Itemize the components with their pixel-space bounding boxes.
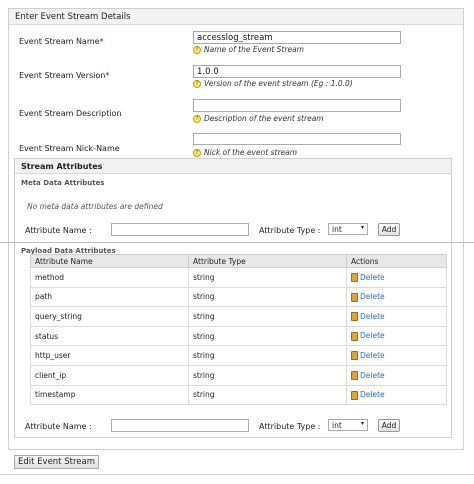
- stream-description-hint: ? Description of the event stream: [193, 114, 324, 123]
- actions-cell: Delete: [346, 364, 447, 386]
- table-row: status string Delete: [30, 325, 447, 347]
- attribute-name-cell: query_string: [30, 306, 189, 327]
- attribute-type-cell: string: [188, 345, 347, 366]
- delete-link[interactable]: Delete: [351, 292, 385, 302]
- attribute-type-cell: string: [188, 325, 347, 347]
- stream-name-label: Event Stream Name*: [19, 37, 104, 46]
- stream-version-hint: ? Version of the event stream (Eg : 1.0.0…: [193, 79, 353, 88]
- table-row: method string Delete: [30, 267, 447, 288]
- stream-name-input[interactable]: [193, 31, 401, 44]
- payload-attribute-name-input[interactable]: [111, 419, 249, 432]
- attribute-type-cell: string: [188, 286, 347, 308]
- actions-cell: Delete: [346, 267, 447, 288]
- table-header-row: Attribute Name Attribute Type Actions: [30, 254, 447, 268]
- actions-cell: Delete: [346, 306, 447, 327]
- stream-name-hint: ? Name of the Event Stream: [193, 45, 304, 54]
- attribute-name-cell: path: [30, 286, 189, 308]
- table-row: query_string string Delete: [30, 306, 447, 327]
- stream-nickname-hint: ? Nick of the event stream: [193, 148, 297, 157]
- delete-link[interactable]: Delete: [351, 351, 385, 361]
- trash-icon: [351, 390, 358, 400]
- help-icon: ?: [193, 46, 201, 54]
- meta-attributes-title: Meta Data Attributes: [21, 179, 105, 187]
- section-divider: [0, 242, 474, 243]
- chevron-down-icon: ▾: [360, 420, 364, 427]
- payload-attribute-name-label: Attribute Name :: [25, 422, 92, 431]
- table-row: http_user string Delete: [30, 345, 447, 366]
- table-row: client_ip string Delete: [30, 364, 447, 386]
- attribute-name-cell: client_ip: [30, 364, 189, 386]
- attribute-type-cell: string: [188, 364, 347, 386]
- trash-icon: [351, 331, 358, 341]
- no-meta-text: No meta data attributes are defined: [27, 202, 163, 211]
- help-icon: ?: [193, 80, 201, 88]
- payload-attribute-type-label: Attribute Type :: [259, 422, 321, 431]
- trash-icon: [351, 312, 358, 322]
- stream-description-input[interactable]: [193, 99, 401, 112]
- delete-link[interactable]: Delete: [351, 371, 385, 381]
- panel-title: Enter Event Stream Details: [9, 9, 463, 25]
- attribute-name-cell: status: [30, 325, 189, 347]
- payload-add-button[interactable]: Add: [378, 419, 400, 432]
- stream-attributes-title: Stream Attributes: [15, 159, 451, 174]
- attribute-type-cell: string: [188, 384, 347, 406]
- trash-icon: [351, 371, 358, 381]
- table-row: path string Delete: [30, 286, 447, 308]
- meta-add-button[interactable]: Add: [378, 223, 400, 236]
- stream-version-input[interactable]: [193, 65, 401, 78]
- meta-attribute-name-input[interactable]: [111, 223, 249, 236]
- payload-attribute-form: Attribute Name : Attribute Type : int ▾ A…: [25, 419, 445, 433]
- meta-attribute-type-select[interactable]: int ▾: [328, 223, 368, 235]
- attribute-name-cell: timestamp: [30, 384, 189, 406]
- trash-icon: [351, 292, 358, 302]
- actions-cell: Delete: [346, 345, 447, 366]
- bottom-divider: [0, 474, 474, 475]
- actions-cell: Delete: [346, 286, 447, 308]
- help-icon: ?: [193, 115, 201, 123]
- delete-link[interactable]: Delete: [351, 331, 385, 341]
- delete-link[interactable]: Delete: [351, 390, 385, 400]
- actions-cell: Delete: [346, 384, 447, 406]
- trash-icon: [351, 351, 358, 361]
- attribute-type-cell: string: [188, 267, 347, 288]
- delete-link[interactable]: Delete: [351, 312, 385, 322]
- meta-attribute-type-label: Attribute Type :: [259, 226, 321, 235]
- attribute-name-cell: method: [30, 267, 189, 288]
- column-header-attribute-type: Attribute Type: [188, 254, 347, 268]
- column-header-actions: Actions: [346, 254, 447, 268]
- stream-version-label: Event Stream Version*: [19, 71, 110, 80]
- stream-nickname-input[interactable]: [193, 133, 401, 145]
- edit-event-stream-button[interactable]: Edit Event Stream: [14, 455, 99, 469]
- actions-cell: Delete: [346, 325, 447, 347]
- help-icon: ?: [193, 149, 201, 157]
- table-row: timestamp string Delete: [30, 384, 447, 406]
- payload-attribute-type-select[interactable]: int ▾: [328, 419, 368, 431]
- trash-icon: [351, 273, 358, 283]
- payload-attributes-table: Attribute Name Attribute Type Actions me…: [30, 254, 447, 406]
- chevron-down-icon: ▾: [360, 224, 364, 231]
- attribute-name-cell: http_user: [30, 345, 189, 366]
- delete-link[interactable]: Delete: [351, 273, 385, 283]
- column-header-attribute-name: Attribute Name: [30, 254, 189, 268]
- meta-attribute-form: Attribute Name : Attribute Type : int ▾ A…: [25, 223, 445, 237]
- stream-nickname-label: Event Stream Nick-Name: [19, 144, 120, 153]
- stream-description-label: Event Stream Description: [19, 109, 122, 118]
- attribute-type-cell: string: [188, 306, 347, 327]
- meta-attribute-name-label: Attribute Name :: [25, 226, 92, 235]
